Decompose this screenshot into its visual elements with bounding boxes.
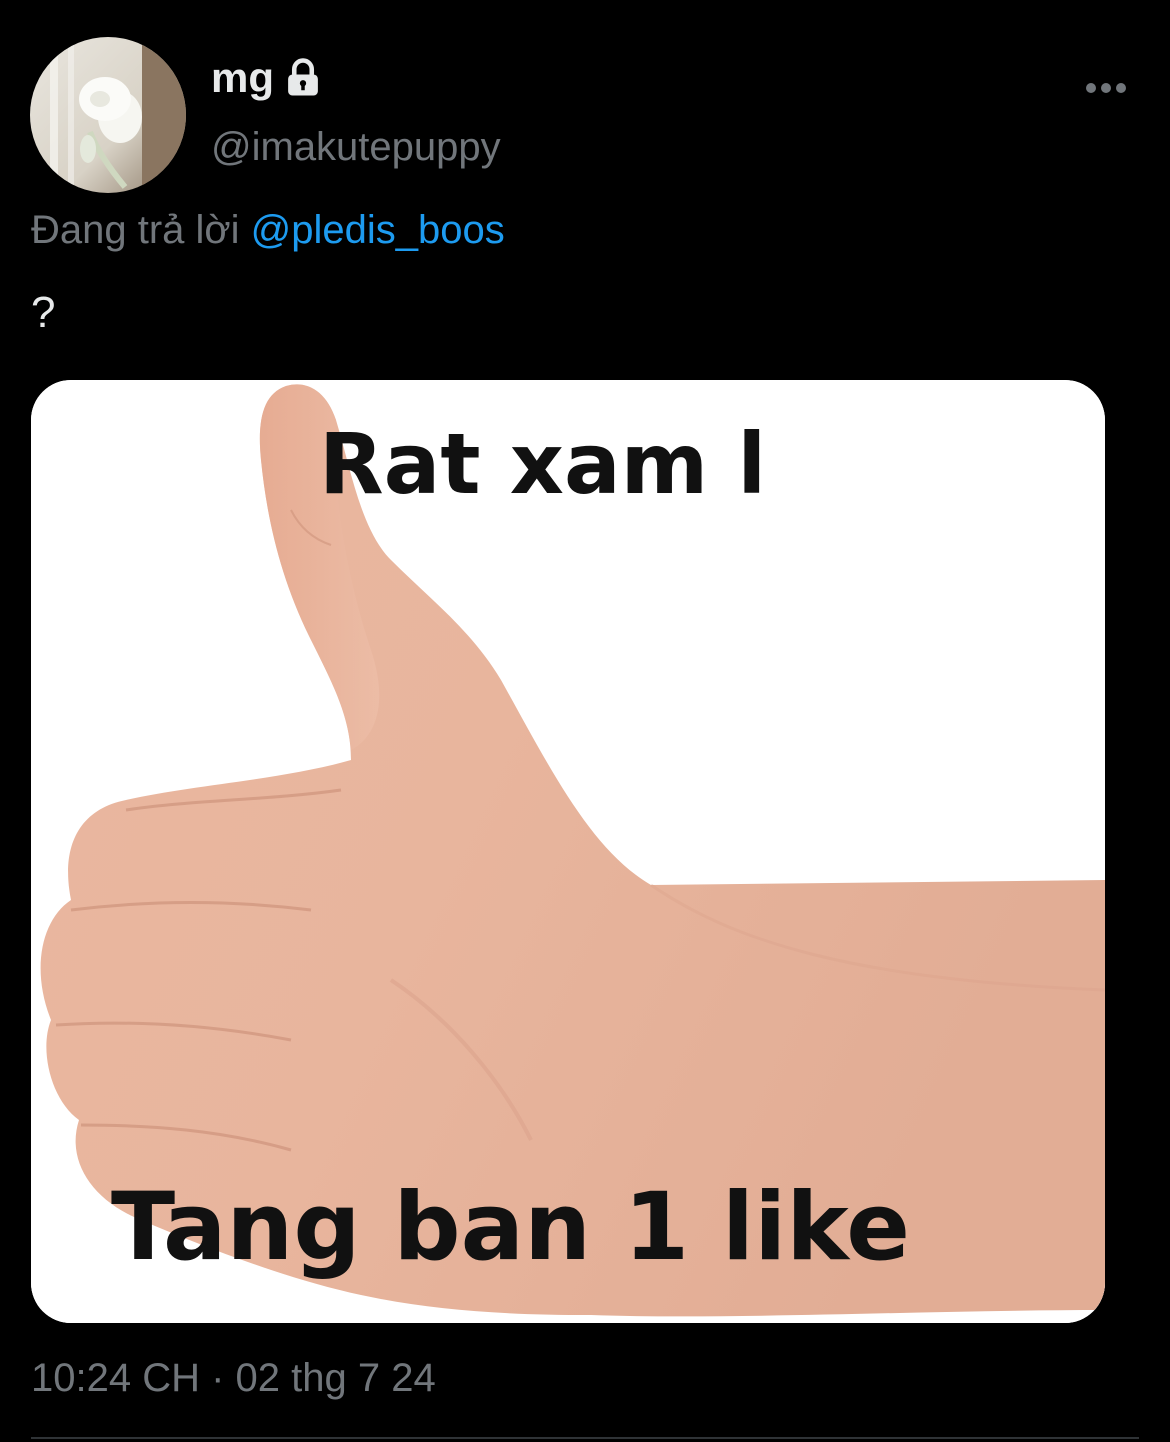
media-image[interactable]: Rat xam l Tang ban 1 like (31, 380, 1105, 1323)
reply-to-link[interactable]: @pledis_boos (251, 208, 505, 252)
reply-context: Đang trả lời @pledis_boos (31, 204, 505, 256)
tweet-timestamp[interactable]: 10:24 CH · 02 thg 7 24 (31, 1352, 436, 1404)
handle[interactable]: @imakutepuppy (211, 122, 501, 172)
tweet-text: ? (31, 288, 56, 337)
display-name-row[interactable]: mg (211, 52, 324, 104)
tweet: mg @imakutepuppy Đang trả lời @pledis_bo… (0, 0, 1170, 1442)
avatar[interactable] (30, 37, 186, 193)
meme-caption-bottom: Tang ban 1 like (111, 1173, 911, 1282)
divider (31, 1437, 1139, 1439)
reply-prefix: Đang trả lời (31, 208, 240, 252)
meme-caption-top: Rat xam l (319, 415, 767, 513)
more-options-icon[interactable] (1084, 74, 1128, 102)
display-name[interactable]: mg (211, 52, 274, 104)
avatar-image (30, 37, 186, 193)
lock-icon (282, 57, 324, 99)
